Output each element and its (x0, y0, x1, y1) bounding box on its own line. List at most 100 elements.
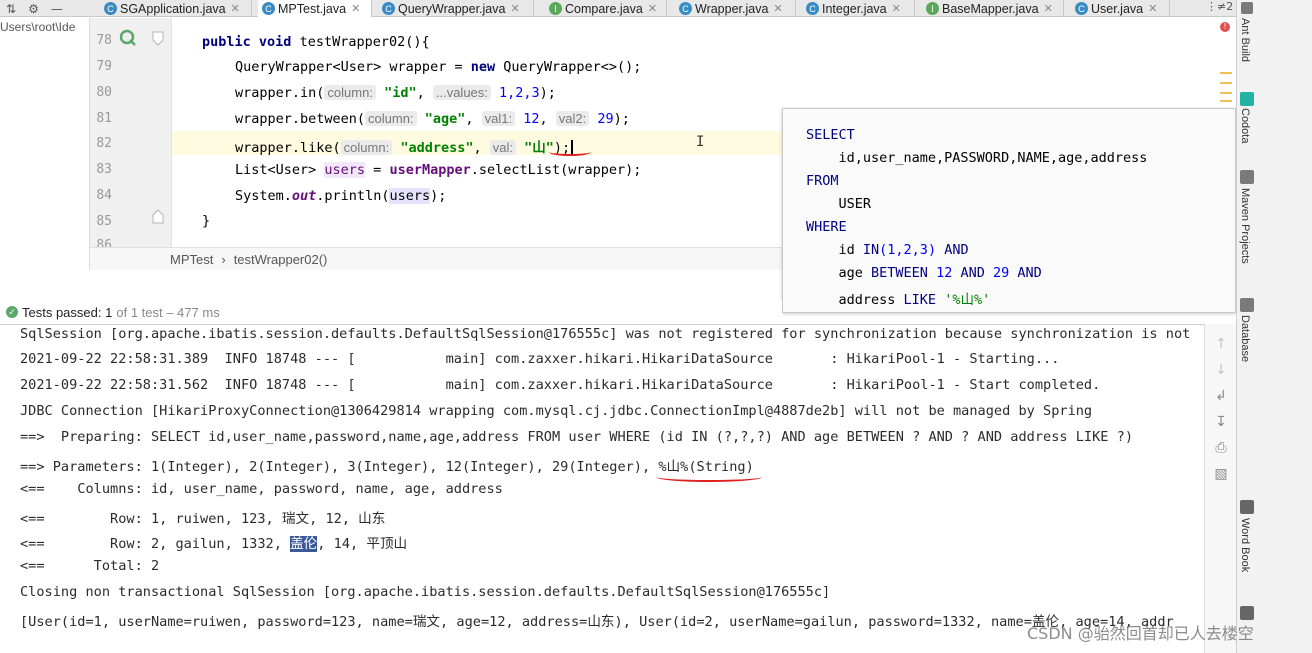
static-field-out: out (291, 188, 317, 204)
console-line: <== Row: 2, gailun, 1332, 盖伦, 14, 平顶山 (20, 532, 407, 552)
sql-line: SELECT (806, 127, 855, 143)
tab-overflow-button[interactable]: ⋮≠2 (1206, 0, 1233, 13)
number-literal: 12 (523, 111, 540, 127)
trash-icon[interactable]: ▧ (1213, 466, 1229, 482)
close-icon[interactable]: ✕ (1044, 2, 1053, 15)
line-number: 82 (96, 136, 112, 151)
tool-database[interactable]: Database (1239, 315, 1251, 362)
code-text: ); (430, 188, 447, 204)
sql-line: id IN(1,2,3) AND (806, 242, 969, 258)
console-text: <== Row: 2, gailun, 1332, (20, 536, 291, 552)
code-line-80[interactable]: wrapper.in(column: "id", ...values: 1,2,… (235, 85, 556, 101)
code-text: QueryWrapper<User> wrapper = (235, 59, 471, 75)
watermark: CSDN @骀然回首却已人去楼空 (1027, 624, 1254, 643)
warning-marker[interactable] (1220, 100, 1232, 102)
scroll-to-end-icon[interactable]: ↧ (1213, 414, 1229, 430)
warning-marker[interactable] (1220, 72, 1232, 74)
tool-codota[interactable]: Codota (1239, 108, 1251, 146)
number-literal: 1,2,3 (499, 85, 540, 101)
breadcrumb: MPTest › testWrapper02() (90, 247, 782, 270)
interface-icon: I (926, 2, 939, 15)
fold-icon[interactable] (152, 31, 164, 46)
word-book-icon[interactable] (1240, 500, 1254, 514)
tab-label: Integer.java (822, 1, 887, 16)
sql-keyword: BETWEEN (871, 265, 928, 281)
breadcrumb-method[interactable]: testWrapper02() (234, 252, 328, 267)
tab-user[interactable]: C User.java ✕ (1071, 0, 1170, 17)
tool-maven-projects[interactable]: Maven Projects (1239, 188, 1251, 268)
param-hint: column: (365, 111, 417, 126)
tab-compare[interactable]: I Compare.java ✕ (545, 0, 667, 17)
tab-wrapper[interactable]: C Wrapper.java ✕ (675, 0, 796, 17)
code-line-84[interactable]: System.out.println(users); (235, 188, 446, 204)
fold-icon[interactable] (152, 209, 164, 224)
breadcrumb-class[interactable]: MPTest (170, 252, 213, 267)
code-line-81[interactable]: wrapper.between(column: "age", val1: 12,… (235, 111, 630, 127)
console-line: ==> Preparing: SELECT id,user_name,passw… (20, 429, 1134, 445)
string-literal: "山" (524, 140, 554, 156)
class-icon: C (1075, 2, 1088, 15)
sql-line: address LIKE '%山%' (806, 288, 991, 308)
sql-line: WHERE (806, 219, 847, 235)
selected-text[interactable]: 盖伦 (290, 536, 318, 552)
code-text: .println( (316, 188, 390, 204)
codota-icon[interactable] (1240, 92, 1254, 106)
tool-word-book[interactable]: Word Book (1239, 518, 1251, 572)
close-icon[interactable]: ✕ (231, 2, 240, 15)
class-icon: C (382, 2, 395, 15)
code-line-78[interactable]: public void testWrapper02(){ (202, 34, 430, 50)
maven-icon[interactable] (1240, 170, 1254, 184)
tool-ant-build[interactable]: Ant Build (1239, 18, 1251, 62)
console-line: JDBC Connection [HikariProxyConnection@1… (20, 403, 1093, 419)
line-number: 86 (96, 238, 112, 247)
code-line-82[interactable]: wrapper.like(column: "address", val: "山"… (235, 136, 574, 156)
tool-icon[interactable] (1240, 606, 1254, 620)
line-number: 79 (96, 59, 112, 74)
class-icon: C (262, 2, 275, 15)
param-hint: column: (324, 85, 376, 100)
class-icon: C (104, 2, 117, 15)
warning-marker[interactable] (1220, 92, 1232, 94)
close-icon[interactable]: ✕ (648, 2, 657, 15)
code-line-79[interactable]: QueryWrapper<User> wrapper = new QueryWr… (235, 59, 641, 75)
close-icon[interactable]: ✕ (510, 2, 519, 15)
database-icon[interactable] (1240, 298, 1254, 312)
arrow-up-icon[interactable]: ↑ (1213, 336, 1229, 352)
close-icon[interactable]: ✕ (1148, 2, 1157, 15)
string-literal: "address" (400, 140, 474, 156)
keyword: public (202, 34, 251, 50)
tab-integer[interactable]: C Integer.java ✕ (802, 0, 915, 17)
field-usermapper: userMapper (389, 162, 471, 178)
code-line-83[interactable]: List<User> users = userMapper.selectList… (235, 162, 641, 178)
project-path[interactable]: Users\root\Ide (0, 20, 75, 34)
hide-icon[interactable]: — (51, 2, 63, 16)
sql-line: age BETWEEN 12 AND 29 AND (806, 265, 1042, 281)
tab-mptest[interactable]: C MPTest.java ✕ (258, 0, 372, 17)
sql-keyword: AND (1017, 265, 1042, 281)
run-test-icon[interactable] (119, 29, 137, 47)
code-line-85[interactable]: } (202, 213, 210, 229)
console-text: , 14, 平顶山 (317, 536, 408, 552)
console-toolbar: ↑ ↓ ↲ ↧ ⎙ ▧ (1204, 324, 1236, 653)
tab-querywrapper[interactable]: C QueryWrapper.java ✕ (378, 0, 534, 17)
console-line: SqlSession [org.apache.ibatis.session.de… (20, 326, 1191, 342)
sql-preview-popup[interactable]: SELECT id,user_name,PASSWORD,NAME,age,ad… (782, 108, 1236, 313)
ant-build-icon[interactable] (1241, 2, 1253, 14)
print-icon[interactable]: ⎙ (1213, 440, 1229, 456)
tab-sgapplication[interactable]: C SGApplication.java ✕ (100, 0, 252, 17)
close-icon[interactable]: ✕ (892, 2, 901, 15)
close-icon[interactable]: ✕ (351, 2, 360, 15)
arrow-down-icon[interactable]: ↓ (1213, 362, 1229, 378)
error-icon[interactable]: ! (1220, 22, 1230, 32)
param-hint: column: (340, 140, 393, 155)
tab-basemapper[interactable]: I BaseMapper.java ✕ (922, 0, 1064, 17)
soft-wrap-icon[interactable]: ↲ (1213, 388, 1229, 404)
console-line: <== Columns: id, user_name, password, na… (20, 481, 503, 497)
param-hint: val1: (481, 111, 516, 126)
code-text: wrapper.like( (235, 140, 341, 156)
collapse-icon[interactable]: ⇅ (6, 2, 16, 16)
line-number: 84 (96, 188, 112, 203)
warning-marker[interactable] (1220, 82, 1232, 84)
gear-icon[interactable]: ⚙ (28, 2, 39, 16)
close-icon[interactable]: ✕ (773, 2, 782, 15)
